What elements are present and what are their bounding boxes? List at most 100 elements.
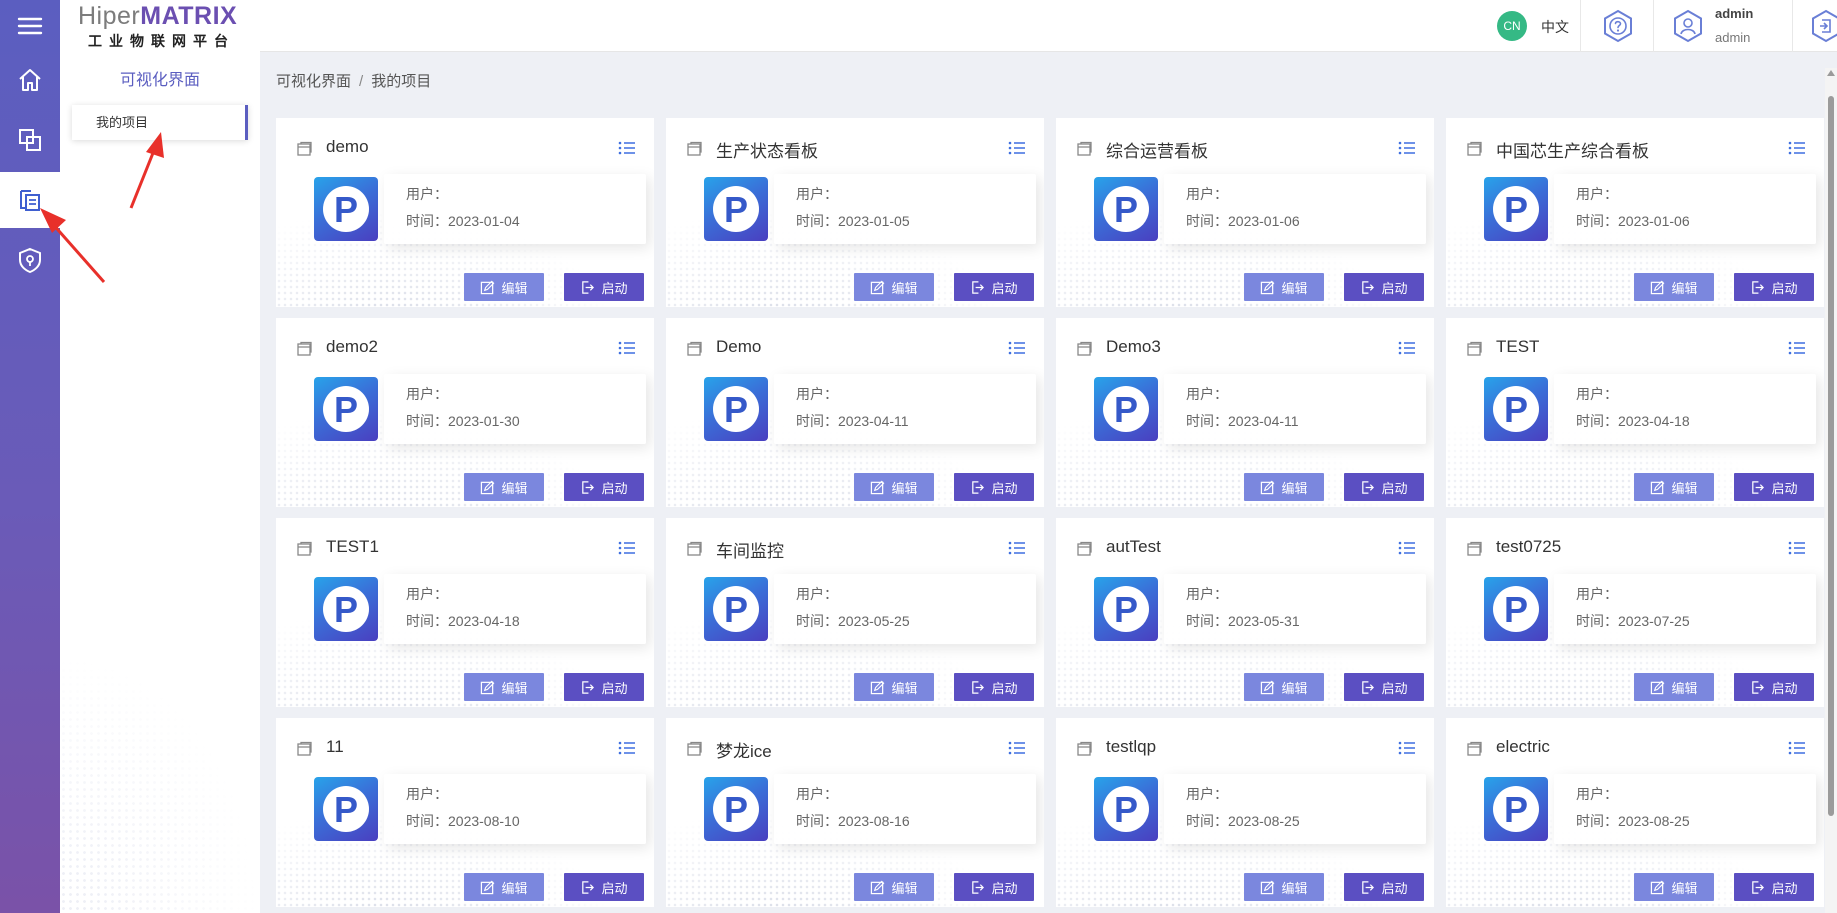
logout-icon[interactable] <box>1808 8 1837 44</box>
project-card[interactable]: 车间监控 P 用户： 时间：2023-05-25 编辑 启动 <box>666 518 1044 707</box>
help-icon[interactable] <box>1600 8 1636 44</box>
list-menu-icon[interactable] <box>1788 740 1806 756</box>
project-card[interactable]: 11 P 用户： 时间：2023-08-10 编辑 启动 <box>276 718 654 907</box>
project-thumbnail[interactable]: P <box>314 577 378 641</box>
edit-button[interactable]: 编辑 <box>1244 273 1324 301</box>
project-info-panel: 用户： 时间：2023-01-30 <box>384 374 646 444</box>
edit-button[interactable]: 编辑 <box>854 473 934 501</box>
project-card[interactable]: demo2 P 用户： 时间：2023-01-30 编辑 启动 <box>276 318 654 507</box>
list-menu-icon[interactable] <box>1398 140 1416 156</box>
project-thumbnail[interactable]: P <box>314 177 378 241</box>
project-card[interactable]: Demo3 P 用户： 时间：2023-04-11 编辑 启动 <box>1056 318 1434 507</box>
project-thumbnail[interactable]: P <box>314 377 378 441</box>
start-button[interactable]: 启动 <box>1734 873 1814 901</box>
project-thumbnail[interactable]: P <box>1094 777 1158 841</box>
user-name[interactable]: admin <box>1715 6 1753 21</box>
list-menu-icon[interactable] <box>1008 140 1026 156</box>
start-button[interactable]: 启动 <box>954 473 1034 501</box>
edit-button[interactable]: 编辑 <box>1634 673 1714 701</box>
edit-button[interactable]: 编辑 <box>854 273 934 301</box>
start-button[interactable]: 启动 <box>1344 673 1424 701</box>
edit-button[interactable]: 编辑 <box>1244 873 1324 901</box>
project-thumbnail[interactable]: P <box>314 777 378 841</box>
rail-item-projects[interactable] <box>0 172 60 228</box>
edit-button[interactable]: 编辑 <box>854 873 934 901</box>
list-menu-icon[interactable] <box>1008 740 1026 756</box>
start-button[interactable]: 启动 <box>954 273 1034 301</box>
start-button[interactable]: 启动 <box>1734 673 1814 701</box>
edit-button[interactable]: 编辑 <box>1244 673 1324 701</box>
project-thumbnail[interactable]: P <box>704 577 768 641</box>
breadcrumb-root[interactable]: 可视化界面 <box>276 73 351 90</box>
list-menu-icon[interactable] <box>1788 340 1806 356</box>
edit-button[interactable]: 编辑 <box>1634 273 1714 301</box>
edit-button[interactable]: 编辑 <box>854 673 934 701</box>
start-button[interactable]: 启动 <box>1344 273 1424 301</box>
start-button[interactable]: 启动 <box>1734 473 1814 501</box>
edit-button[interactable]: 编辑 <box>1244 473 1324 501</box>
project-card[interactable]: Demo P 用户： 时间：2023-04-11 编辑 启动 <box>666 318 1044 507</box>
start-button[interactable]: 启动 <box>564 473 644 501</box>
project-card[interactable]: testlqp P 用户： 时间：2023-08-25 编辑 启动 <box>1056 718 1434 907</box>
project-thumbnail[interactable]: P <box>704 377 768 441</box>
list-menu-icon[interactable] <box>1788 540 1806 556</box>
project-thumbnail[interactable]: P <box>1484 177 1548 241</box>
project-thumbnail[interactable]: P <box>1094 577 1158 641</box>
start-button[interactable]: 启动 <box>954 873 1034 901</box>
list-menu-icon[interactable] <box>1398 740 1416 756</box>
project-card[interactable]: 中国芯生产综合看板 P 用户： 时间：2023-01-06 编辑 启动 <box>1446 118 1824 307</box>
edit-button[interactable]: 编辑 <box>464 273 544 301</box>
project-thumbnail[interactable]: P <box>1094 177 1158 241</box>
start-button[interactable]: 启动 <box>1344 473 1424 501</box>
project-card[interactable]: 生产状态看板 P 用户： 时间：2023-01-05 编辑 启动 <box>666 118 1044 307</box>
project-thumbnail[interactable]: P <box>704 177 768 241</box>
menu-toggle-button[interactable] <box>0 0 60 52</box>
project-card[interactable]: 梦龙ice P 用户： 时间：2023-08-16 编辑 启动 <box>666 718 1044 907</box>
start-button[interactable]: 启动 <box>564 873 644 901</box>
edit-button[interactable]: 编辑 <box>464 873 544 901</box>
project-card[interactable]: electric P 用户： 时间：2023-08-25 编辑 启动 <box>1446 718 1824 907</box>
rail-item-home[interactable] <box>0 52 60 108</box>
list-menu-icon[interactable] <box>1398 340 1416 356</box>
project-thumbnail[interactable]: P <box>1484 777 1548 841</box>
project-card[interactable]: TEST P 用户： 时间：2023-04-18 编辑 启动 <box>1446 318 1824 507</box>
edit-button[interactable]: 编辑 <box>1634 473 1714 501</box>
edit-button[interactable]: 编辑 <box>1634 873 1714 901</box>
list-menu-icon[interactable] <box>618 540 636 556</box>
start-button[interactable]: 启动 <box>1344 873 1424 901</box>
list-menu-icon[interactable] <box>1008 540 1026 556</box>
project-thumbnail[interactable]: P <box>1484 377 1548 441</box>
list-menu-icon[interactable] <box>1008 340 1026 356</box>
rail-item-components[interactable] <box>0 112 60 168</box>
start-button[interactable]: 启动 <box>954 673 1034 701</box>
user-icon[interactable] <box>1670 8 1706 44</box>
vertical-scrollbar[interactable] <box>1825 68 1837 913</box>
list-menu-icon[interactable] <box>618 140 636 156</box>
list-menu-icon[interactable] <box>1788 140 1806 156</box>
project-card[interactable]: TEST1 P 用户： 时间：2023-04-18 编辑 启动 <box>276 518 654 707</box>
language-badge[interactable]: CN <box>1497 11 1527 41</box>
project-card[interactable]: 综合运营看板 P 用户： 时间：2023-01-06 编辑 启动 <box>1056 118 1434 307</box>
project-title: demo <box>326 137 369 156</box>
start-button[interactable]: 启动 <box>564 673 644 701</box>
project-thumbnail[interactable]: P <box>1484 577 1548 641</box>
rail-item-security[interactable] <box>0 232 60 288</box>
list-menu-icon[interactable] <box>1398 540 1416 556</box>
scroll-up-arrow[interactable] <box>1827 70 1835 76</box>
project-card[interactable]: demo P 用户： 时间：2023-01-04 编辑 启动 <box>276 118 654 307</box>
subnav-item-my-projects[interactable]: 我的项目 <box>72 105 248 140</box>
language-switch[interactable]: 中文 <box>1541 17 1569 37</box>
project-thumbnail[interactable]: P <box>1094 377 1158 441</box>
project-card[interactable]: test0725 P 用户： 时间：2023-07-25 编辑 启动 <box>1446 518 1824 707</box>
edit-button[interactable]: 编辑 <box>464 673 544 701</box>
logo-subtitle: 工业物联网平台 <box>88 33 235 49</box>
list-menu-icon[interactable] <box>618 340 636 356</box>
scroll-thumb[interactable] <box>1828 96 1834 816</box>
start-button[interactable]: 启动 <box>564 273 644 301</box>
list-menu-icon[interactable] <box>618 740 636 756</box>
edit-button[interactable]: 编辑 <box>464 473 544 501</box>
edit-icon <box>1261 880 1275 894</box>
project-thumbnail[interactable]: P <box>704 777 768 841</box>
project-card[interactable]: autTest P 用户： 时间：2023-05-31 编辑 启动 <box>1056 518 1434 707</box>
start-button[interactable]: 启动 <box>1734 273 1814 301</box>
